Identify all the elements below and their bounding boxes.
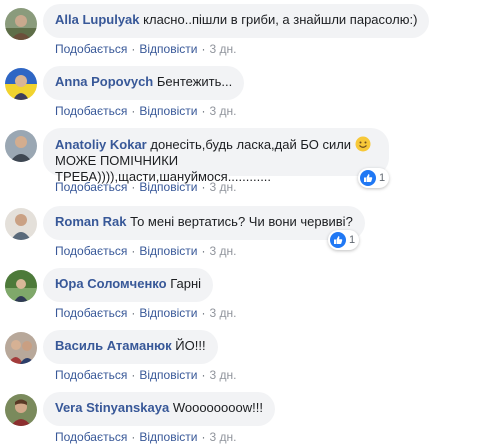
avatar[interactable]	[5, 270, 37, 302]
comment-actions: Подобається · Відповісти · 3 дн.	[55, 368, 236, 382]
reaction-count[interactable]: 1	[358, 168, 390, 188]
comment-time[interactable]: 3 дн.	[209, 368, 236, 382]
like-link[interactable]: Подобається	[55, 180, 127, 194]
comment-author[interactable]: Василь Атаманюк	[55, 338, 172, 353]
separator: ·	[201, 42, 206, 56]
avatar[interactable]	[5, 68, 37, 100]
comment-actions: Подобається · Відповісти · 3 дн.	[55, 306, 236, 320]
separator: ·	[201, 306, 206, 320]
comment-author[interactable]: Anatoliy Kokar	[55, 137, 147, 152]
separator: ·	[131, 180, 136, 194]
comment-actions: Подобається · Відповісти · 3 дн.	[55, 430, 236, 444]
comment-time[interactable]: 3 дн.	[209, 430, 236, 444]
comment-text: Бентежить...	[156, 74, 233, 89]
comment-actions: Подобається · Відповісти · 3 дн.	[55, 244, 236, 258]
separator: ·	[131, 42, 136, 56]
avatar[interactable]	[5, 208, 37, 240]
like-link[interactable]: Подобається	[55, 244, 127, 258]
reaction-number: 1	[379, 172, 386, 184]
reply-link[interactable]: Відповісти	[139, 306, 197, 320]
comment-text: То мені вертатись? Чи вони червиві?	[130, 214, 353, 229]
comment-time[interactable]: 3 дн.	[209, 244, 236, 258]
comment-author[interactable]: Anna Popovych	[55, 74, 153, 89]
avatar[interactable]	[5, 8, 37, 40]
comment-author[interactable]: Roman Rak	[55, 214, 127, 229]
like-link[interactable]: Подобається	[55, 306, 127, 320]
separator: ·	[201, 244, 206, 258]
comment-actions: Подобається · Відповісти · 3 дн.	[55, 104, 236, 118]
comment-bubble: Alla Lupulyak класно..пішли в гриби, а з…	[43, 4, 430, 38]
like-link[interactable]: Подобається	[55, 368, 127, 382]
like-link[interactable]: Подобається	[55, 42, 127, 56]
comment-time[interactable]: 3 дн.	[209, 104, 236, 118]
separator: ·	[201, 430, 206, 444]
comment-text: Woooooooow!!!	[172, 400, 263, 415]
reaction-number: 1	[349, 234, 356, 246]
comment-author[interactable]: Alla Lupulyak	[55, 12, 140, 27]
comment-time[interactable]: 3 дн.	[209, 42, 236, 56]
smile-emoji	[355, 136, 371, 152]
avatar[interactable]	[5, 394, 37, 426]
separator: ·	[201, 368, 206, 382]
reply-link[interactable]: Відповісти	[139, 368, 197, 382]
reply-link[interactable]: Відповісти	[139, 244, 197, 258]
separator: ·	[201, 104, 206, 118]
reply-link[interactable]: Відповісти	[139, 42, 197, 56]
avatar[interactable]	[5, 332, 37, 364]
like-icon	[360, 170, 376, 186]
avatar[interactable]	[5, 130, 37, 162]
comment-bubble: Василь Атаманюк ЙО!!!	[43, 330, 218, 364]
comment-text: Гарні	[170, 276, 202, 291]
comment-bubble: Vera Stinyanskaya Woooooooow!!!	[43, 392, 275, 426]
comment-bubble: Юра Соломченко Гарні	[43, 268, 214, 302]
comment-author[interactable]: Юра Соломченко	[55, 276, 167, 291]
separator: ·	[131, 104, 136, 118]
comment-bubble: Roman Rak То мені вертатись? Чи вони чер…	[43, 206, 365, 240]
reaction-count[interactable]: 1	[328, 230, 360, 250]
separator: ·	[131, 244, 136, 258]
comment-text: ЙО!!!	[175, 338, 206, 353]
comment-time[interactable]: 3 дн.	[209, 180, 236, 194]
like-link[interactable]: Подобається	[55, 430, 127, 444]
like-link[interactable]: Подобається	[55, 104, 127, 118]
comment-author[interactable]: Vera Stinyanskaya	[55, 400, 169, 415]
reply-link[interactable]: Відповісти	[139, 180, 197, 194]
comment-bubble: Anna Popovych Бентежить...	[43, 66, 245, 100]
like-icon	[330, 232, 346, 248]
reply-link[interactable]: Відповісти	[139, 104, 197, 118]
comment-text: донесіть,будь ласка,дай БО сили	[150, 137, 352, 152]
separator: ·	[201, 180, 206, 194]
separator: ·	[131, 430, 136, 444]
comment-bubble: Anatoliy Kokar донесіть,будь ласка,дай Б…	[43, 128, 389, 184]
reply-link[interactable]: Відповісти	[139, 430, 197, 444]
comment-time[interactable]: 3 дн.	[209, 306, 236, 320]
separator: ·	[131, 306, 136, 320]
separator: ·	[131, 368, 136, 382]
comment-actions: Подобається · Відповісти · 3 дн.	[55, 180, 236, 194]
comment-actions: Подобається · Відповісти · 3 дн.	[55, 42, 236, 56]
comment-text: класно..пішли в гриби, а знайшли парасол…	[143, 12, 418, 27]
